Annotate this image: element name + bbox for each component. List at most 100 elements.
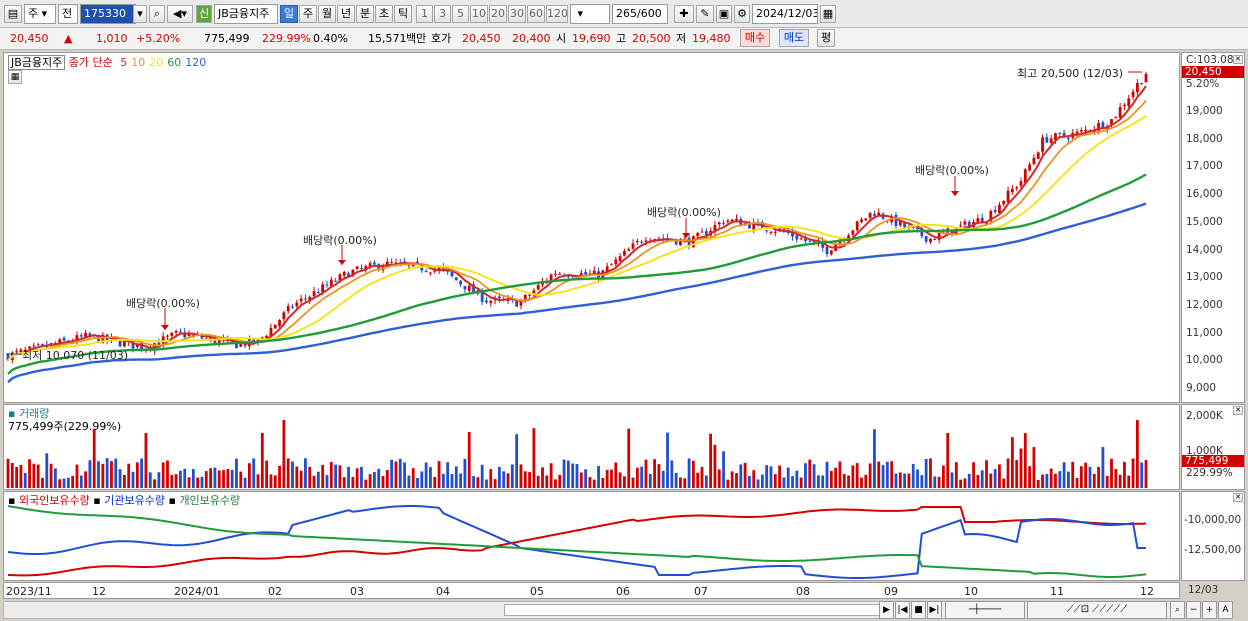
candle-body	[118, 341, 122, 347]
volume-bar	[429, 467, 432, 488]
candle-body	[321, 284, 325, 293]
volume-bar	[519, 464, 523, 488]
candle-body	[390, 261, 394, 264]
volume-bar	[765, 465, 769, 488]
volume-bar	[558, 474, 562, 488]
font-icon[interactable]: A	[1218, 601, 1233, 619]
volume-bar	[679, 477, 682, 488]
candle-body	[1028, 164, 1032, 171]
volume-bar	[773, 474, 777, 488]
volume-bar	[247, 463, 251, 488]
volume-bar	[360, 466, 363, 488]
volume-bar	[347, 466, 350, 488]
candle-body	[924, 235, 928, 242]
candle-body	[554, 273, 557, 275]
dividend-arrow-head	[338, 260, 346, 265]
zoom-slider[interactable]: ─┼────	[945, 601, 1025, 619]
candle-body	[79, 335, 83, 337]
candle-body	[825, 246, 829, 254]
volume-bar	[174, 474, 178, 488]
volume-bar	[683, 478, 687, 488]
candle-body	[485, 300, 488, 303]
volume-bar	[166, 460, 169, 488]
candle-body	[304, 298, 307, 300]
dividend-label-2: 배당락(0.00%)	[303, 234, 377, 247]
volume-bar	[23, 472, 27, 488]
volume-bar	[36, 464, 40, 488]
volume-bar	[6, 458, 10, 488]
volume-bar	[92, 428, 96, 488]
volume-bar	[243, 477, 247, 488]
candle-body	[700, 231, 704, 233]
volume-bar	[1062, 462, 1066, 488]
volume-bar	[485, 479, 488, 488]
x-tick: 02	[268, 585, 282, 598]
volume-bar	[200, 476, 204, 488]
candle-body	[1123, 104, 1126, 106]
holding-close-icon[interactable]: ✕	[1233, 493, 1243, 502]
candle-body	[187, 334, 191, 337]
volume-bar	[1084, 462, 1088, 488]
candle-body	[273, 324, 277, 329]
volume-bar	[967, 473, 971, 488]
minus-icon[interactable]: −	[1186, 601, 1201, 619]
volume-bar	[864, 474, 868, 488]
x-tick: 11	[1050, 585, 1064, 598]
volume-bar	[985, 460, 988, 488]
volume-bar	[110, 461, 113, 488]
volume-bar	[450, 474, 454, 488]
plus-icon[interactable]: +	[1202, 601, 1217, 619]
volume-bar	[135, 462, 139, 488]
volume-bar	[226, 469, 230, 488]
candle-body	[963, 221, 967, 225]
candle-body	[1114, 116, 1118, 118]
scroll-right-icon[interactable]: ▶	[879, 601, 894, 619]
volume-bar	[929, 458, 932, 488]
volume-bar	[748, 476, 751, 488]
volume-bar	[644, 459, 648, 488]
volume-close-icon[interactable]: ✕	[1233, 406, 1243, 415]
volume-bar	[566, 460, 570, 488]
candle-body	[558, 273, 562, 275]
dividend-label-4: 배당락(0.00%)	[915, 164, 989, 177]
volume-bar	[127, 463, 131, 488]
volume-bar	[635, 467, 639, 488]
volume-bar	[597, 466, 600, 488]
volume-bar	[187, 477, 191, 488]
volume-bar	[812, 464, 816, 488]
volume-bar	[66, 477, 70, 488]
candle-body	[316, 292, 320, 294]
volume-bar	[385, 470, 389, 488]
volume-bar	[316, 471, 320, 488]
x-tick: 07	[694, 585, 708, 598]
volume-bar	[295, 466, 299, 488]
last-icon[interactable]: ▶|	[927, 601, 942, 619]
volume-bar	[476, 477, 480, 488]
candle-body	[795, 235, 799, 240]
candle-body	[1101, 122, 1105, 128]
volume-bar	[446, 462, 450, 488]
price-close-icon[interactable]: ✕	[1233, 55, 1243, 64]
volume-bar	[791, 476, 794, 488]
volume-bar	[890, 461, 894, 488]
volume-bar	[877, 461, 881, 488]
grid-icon[interactable]: ▦	[8, 70, 22, 84]
draw-tools-icon[interactable]: ⟋⟋⊡ ⟋⟋⟋⟋⟋	[1027, 601, 1167, 619]
volume-bar	[885, 461, 889, 488]
scroll-thumb[interactable]	[504, 604, 880, 616]
volume-bar	[713, 444, 717, 488]
x-tick: 2024/01	[174, 585, 220, 598]
volume-bar	[1071, 461, 1075, 488]
first-icon[interactable]: |◀	[895, 601, 910, 619]
volume-bar	[610, 469, 613, 488]
candle-body	[631, 243, 635, 249]
foreign-holding-line	[7, 506, 1147, 577]
legend-ma-period: 10	[131, 56, 146, 69]
candle-body	[62, 337, 66, 341]
volume-bar	[41, 477, 44, 488]
volume-bar	[860, 477, 863, 488]
zoom-out-icon[interactable]: ⌕	[1170, 601, 1185, 619]
stop-icon[interactable]: ■	[911, 601, 926, 619]
candle-body	[170, 332, 174, 336]
volume-bar	[709, 433, 713, 488]
